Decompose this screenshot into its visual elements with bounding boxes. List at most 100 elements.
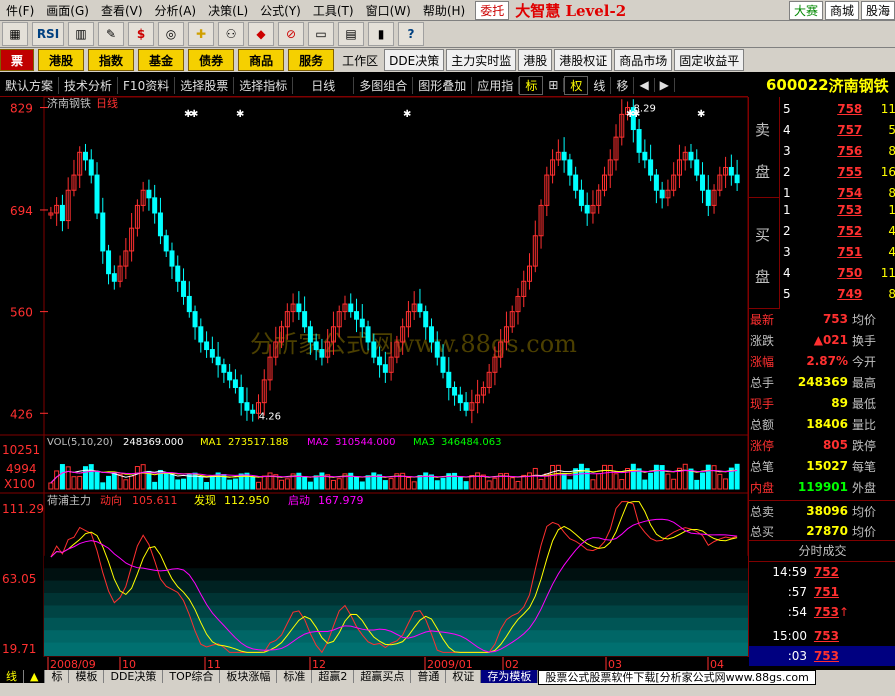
orderbook-row[interactable]: 5 758 11 [779, 99, 895, 119]
bottom-tab[interactable]: TOP综合 [163, 670, 221, 683]
bottom-tab[interactable]: 超赢2 [312, 670, 355, 683]
guhai-button[interactable]: 股海 [860, 0, 895, 20]
monitor-icon[interactable]: ▭ [308, 22, 334, 46]
orderbook-row[interactable]: 4 750 11 [779, 263, 895, 283]
tab-rights[interactable]: 权 [564, 75, 589, 95]
nav-commodity-market[interactable]: 商品市场 [614, 49, 673, 71]
dollar-icon[interactable]: $ [128, 22, 154, 46]
tab-crosshair-icon[interactable]: ⊞ [543, 78, 565, 92]
nav-bond[interactable]: 债券 [188, 49, 235, 71]
volume-bar [475, 472, 481, 490]
bottom-tab[interactable]: 股票公式股票软件下载[分析家公式网www.88gs.com [538, 670, 816, 685]
volume-bar [578, 463, 584, 490]
nav-main-monitor[interactable]: 主力实时监 [446, 49, 517, 71]
watermark: 分析家公式网www.88gs.com [250, 330, 577, 358]
bottom-tab[interactable]: 普通 [411, 670, 447, 683]
table-icon[interactable]: ▤ [338, 22, 364, 46]
books-icon[interactable]: ▮ [368, 22, 394, 46]
tick-arrow: ↑ [839, 605, 850, 619]
tab-multi-chart[interactable]: 多图组合 [354, 76, 414, 94]
nav-fund[interactable]: 基金 [138, 49, 185, 71]
menu-view[interactable]: 查看(V) [95, 2, 149, 19]
nav-service[interactable]: 服务 [288, 49, 335, 71]
orderbook-row[interactable]: 3 751 4 [779, 242, 895, 262]
bottom-bar: 线 ▲ 标模板 DDE决策 TOP综合 板块涨幅 标准 超赢2 超赢买点 普通 权证 存为模板 股票… [0, 670, 895, 696]
tab-default-scheme[interactable]: 默认方案 [0, 76, 60, 94]
help-icon[interactable]: ? [398, 22, 424, 46]
bottom-tab[interactable]: 板块涨幅 [220, 670, 278, 683]
menu-right-group: 大赛 商城 股海 [787, 0, 895, 20]
chart-area[interactable]: 分析家公式网www.88gs.com 济南钢铁 日线 829694560426 … [0, 97, 748, 657]
candle-body [152, 197, 158, 214]
volume-bar [665, 473, 671, 490]
orderbook-level: 4 [783, 123, 791, 137]
menu-help[interactable]: 帮助(H) [417, 2, 471, 19]
orderbook-row[interactable]: 1 753 1 [779, 200, 895, 220]
volume-bar [175, 479, 181, 490]
bottom-line[interactable]: 线 [0, 670, 24, 683]
tab-move[interactable]: 移 [611, 76, 635, 94]
orderbook-price: 756 [837, 144, 863, 158]
rsi-button[interactable]: RSI [32, 22, 64, 46]
orderbook-row[interactable]: 2 752 4 [779, 221, 895, 241]
ind-tick-high: 111.29 [2, 502, 44, 516]
menu-tools[interactable]: 工具(T) [307, 2, 360, 19]
candle-body [567, 159, 573, 176]
nav-hk-stock[interactable]: 港股 [518, 49, 553, 71]
ruler-icon[interactable]: ✎ [98, 22, 124, 46]
orderbook-row[interactable]: 2 755 16 [779, 162, 895, 182]
volume-bar [106, 475, 112, 490]
tick-row: :03 753 [749, 646, 895, 666]
binoculars-icon[interactable]: ⚇ [218, 22, 244, 46]
grid-icon[interactable]: ▦ [2, 22, 28, 46]
bottom-tab[interactable]: 权证 [446, 670, 482, 683]
tab-tech-analysis[interactable]: 技术分析 [59, 76, 119, 94]
bottom-tab[interactable]: 标准 [277, 670, 313, 683]
prev-icon[interactable]: ◀ [634, 78, 655, 92]
tab-f10[interactable]: F10资料 [118, 76, 176, 94]
tab-overlay[interactable]: 图形叠加 [413, 76, 473, 94]
volume-bar [590, 479, 596, 490]
no-entry-icon[interactable]: ⊘ [278, 22, 304, 46]
tab-select-stock[interactable]: 选择股票 [175, 76, 235, 94]
weituo-button[interactable]: 委托 [475, 0, 510, 20]
tab-daily[interactable]: 日线 [293, 76, 355, 94]
bottom-tab[interactable]: DDE决策 [104, 670, 164, 683]
nav-fixed-income[interactable]: 固定收益平 [674, 49, 745, 71]
volume-bar [717, 473, 723, 490]
cross-icon[interactable]: ✚ [188, 22, 214, 46]
bottom-tab[interactable]: 超赢买点 [354, 670, 412, 683]
menu-formula[interactable]: 公式(Y) [254, 2, 307, 19]
up-arrow-icon[interactable]: ▲ [24, 670, 46, 683]
tab-apply-indicator[interactable]: 应用指 [472, 76, 520, 94]
menu-window[interactable]: 窗口(W) [360, 2, 417, 19]
contest-button[interactable]: 大赛 [788, 0, 823, 20]
bottom-tab[interactable]: 模板 [69, 670, 105, 683]
nav-index[interactable]: 指数 [88, 49, 135, 71]
candle-body [111, 273, 117, 282]
compare-icon[interactable]: ◎ [158, 22, 184, 46]
tab-mark[interactable]: 标 [519, 75, 544, 95]
bottom-tab[interactable]: 标 [45, 670, 70, 683]
menu-decision[interactable]: 决策(L) [202, 2, 254, 19]
nav-commodity[interactable]: 商品 [238, 49, 285, 71]
diamond-icon[interactable]: ◆ [248, 22, 274, 46]
candle-body [192, 311, 198, 328]
orderbook-row[interactable]: 4 757 5 [779, 120, 895, 140]
tab-select-indicator[interactable]: 选择指标 [234, 76, 294, 94]
mall-button[interactable]: 商城 [824, 0, 859, 20]
bar-chart-icon[interactable]: ▥ [68, 22, 94, 46]
orderbook-row[interactable]: 5 749 8 [779, 284, 895, 304]
orderbook-row[interactable]: 3 756 8 [779, 141, 895, 161]
menu-file[interactable]: 件(F) [0, 2, 40, 19]
nav-dde[interactable]: DDE决策 [384, 49, 445, 71]
next-icon[interactable]: ▶ [655, 78, 675, 92]
nav-hk-warrant[interactable]: 港股权证 [554, 49, 613, 71]
nav-hk[interactable]: 港股 [38, 49, 85, 71]
tab-line[interactable]: 线 [588, 76, 612, 94]
bottom-tab[interactable]: 存为模板 [481, 670, 539, 683]
stat-row: 涨幅 2.87% 今开 [749, 351, 895, 371]
menu-analysis[interactable]: 分析(A) [149, 2, 203, 19]
menu-screen[interactable]: 画面(G) [40, 2, 95, 19]
nav-stock-left[interactable]: 票 [0, 49, 35, 71]
